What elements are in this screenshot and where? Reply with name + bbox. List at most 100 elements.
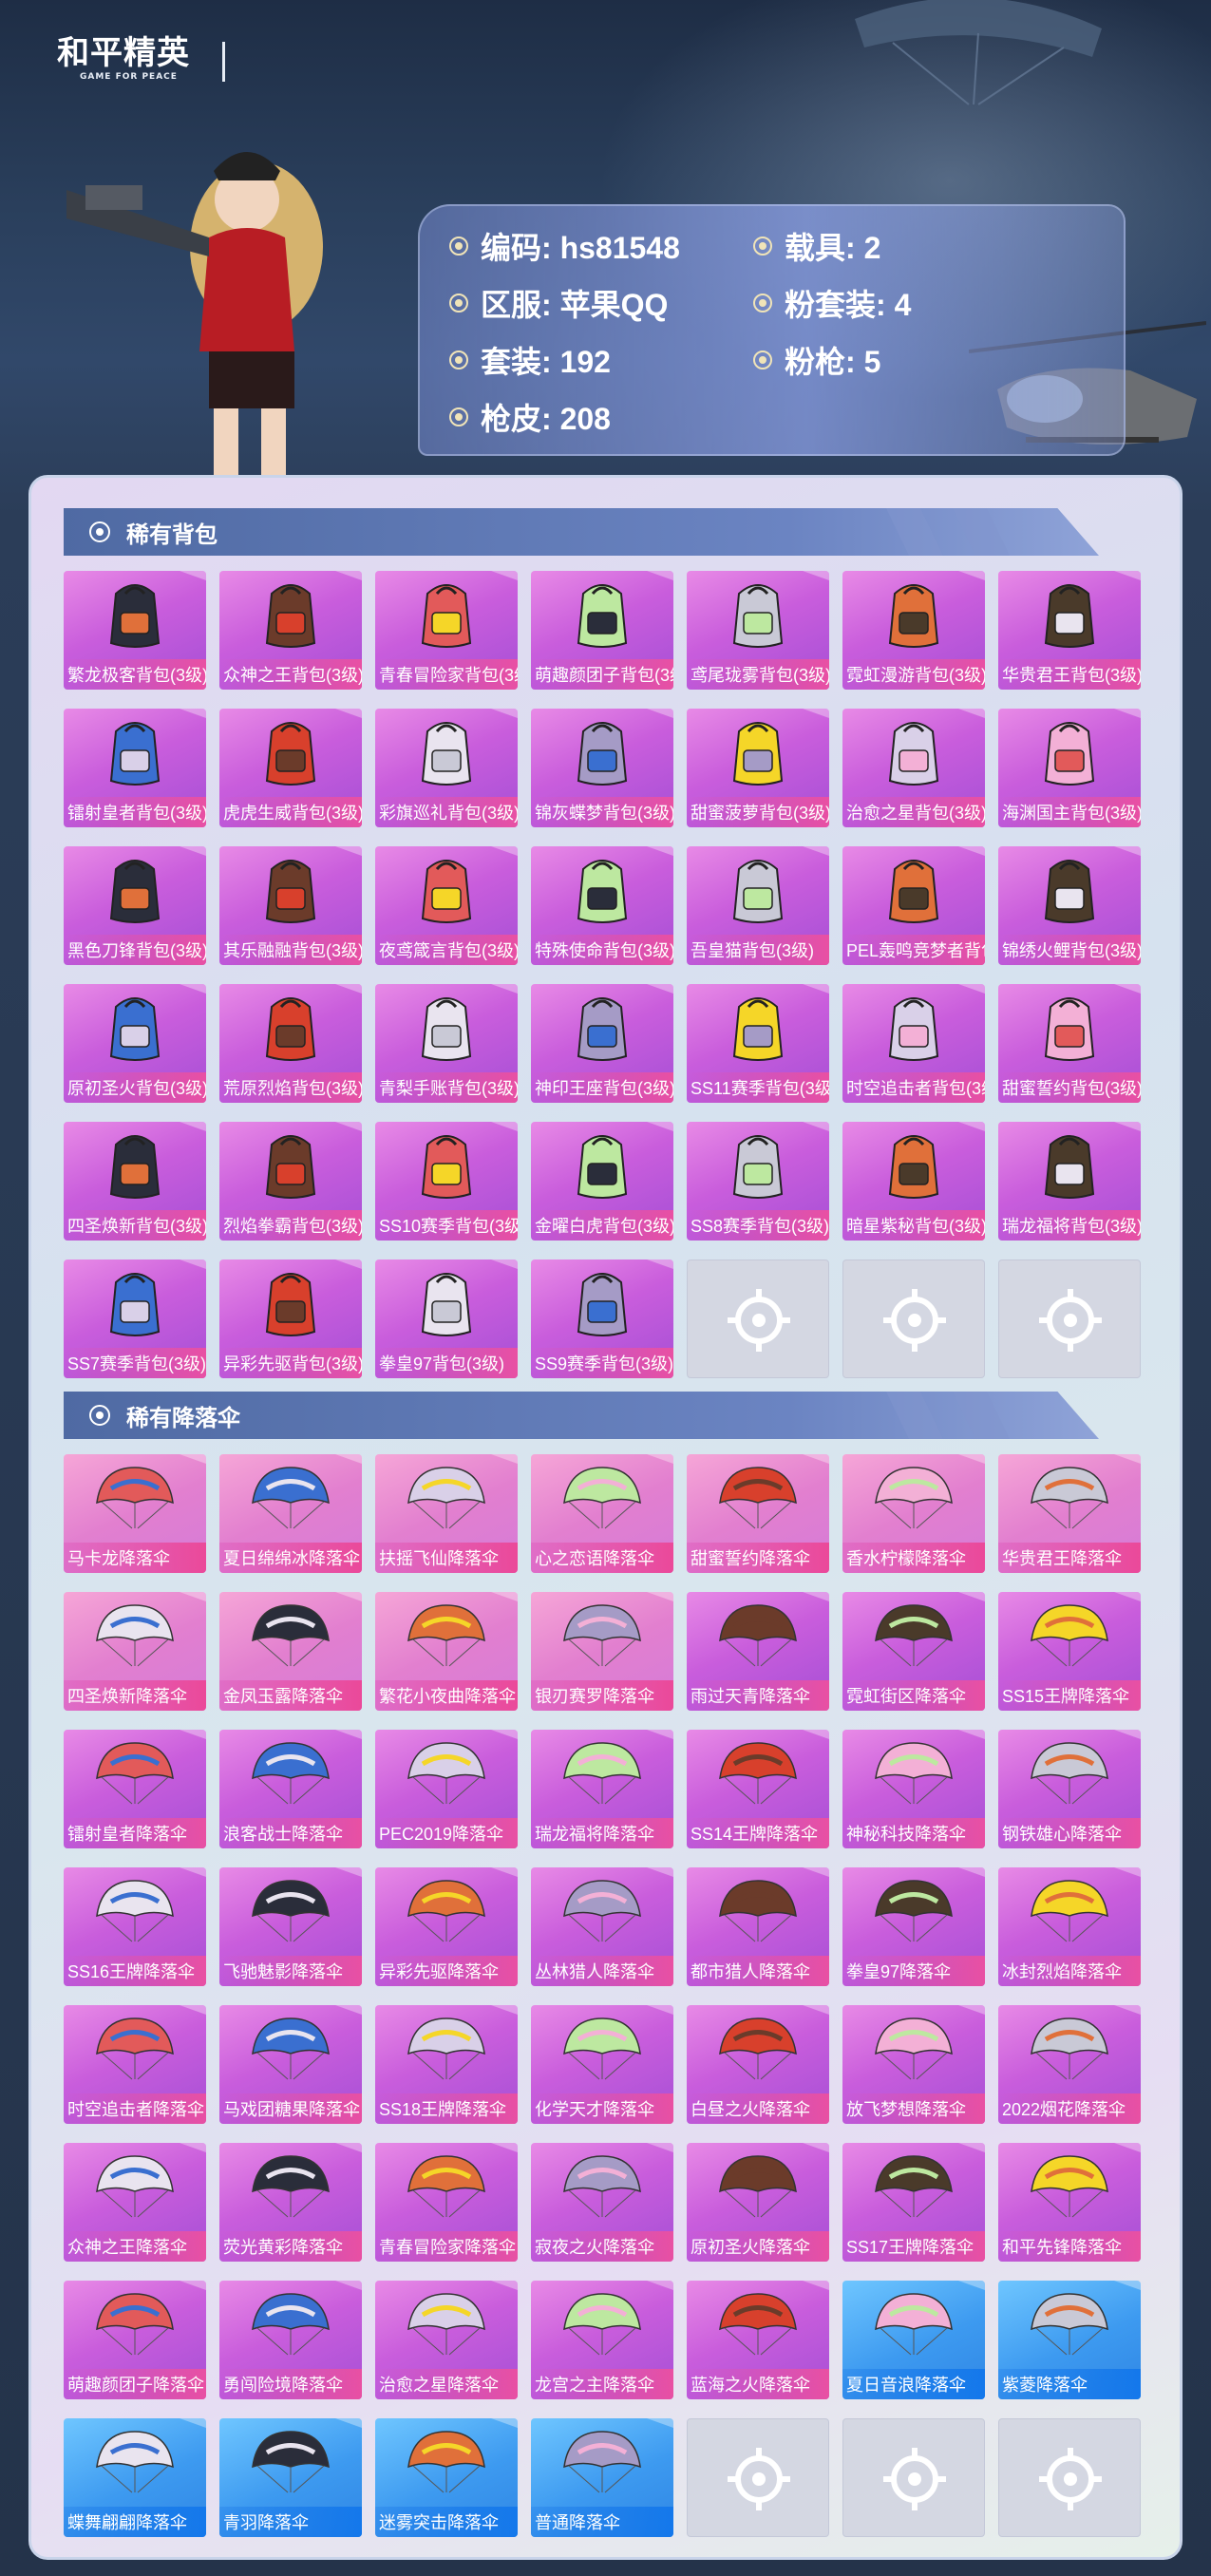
backpack-item[interactable]: 特殊使命背包(3级) [531, 846, 673, 965]
parachute-item[interactable]: 迷雾突击降落伞 [375, 2418, 518, 2537]
backpack-item[interactable]: 暗星紫秘背包(3级) [842, 1122, 985, 1241]
parachute-item[interactable]: SS14王牌降落伞 [687, 1730, 829, 1848]
parachute-item[interactable]: 雨过天青降落伞 [687, 1592, 829, 1711]
parachute-item[interactable]: 飞驰魅影降落伞 [219, 1867, 362, 1986]
corner-tag [335, 571, 362, 580]
parachute-item[interactable]: 四圣焕新降落伞 [64, 1592, 206, 1711]
parachute-item[interactable]: 紫菱降落伞 [998, 2281, 1141, 2399]
backpack-item[interactable]: 青梨手账背包(3级) [375, 984, 518, 1103]
backpack-item[interactable]: SS7赛季背包(3级) [64, 1260, 206, 1378]
backpack-item[interactable]: SS9赛季背包(3级) [531, 1260, 673, 1378]
parachute-item[interactable]: 众神之王降落伞 [64, 2143, 206, 2262]
backpack-item[interactable]: 锦灰蝶梦背包(3级) [531, 709, 673, 827]
backpack-item[interactable]: 吾皇猫背包(3级) [687, 846, 829, 965]
backpack-item[interactable]: 甜蜜誓约背包(3级) [998, 984, 1141, 1103]
parachute-item[interactable]: 瑞龙福将降落伞 [531, 1730, 673, 1848]
parachute-item[interactable]: 放飞梦想降落伞 [842, 2005, 985, 2124]
backpack-item[interactable]: 海渊国主背包(3级) [998, 709, 1141, 827]
parachute-item[interactable]: 香水柠檬降落伞 [842, 1454, 985, 1573]
parachute-item[interactable]: 马戏团糖果降落伞 [219, 2005, 362, 2124]
parachute-item[interactable]: 都市猎人降落伞 [687, 1867, 829, 1986]
target-dot-icon [449, 237, 468, 256]
parachute-item[interactable]: SS18王牌降落伞 [375, 2005, 518, 2124]
item-label-bar: 丛林猎人降落伞 [531, 1956, 673, 1986]
backpack-item[interactable]: 拳皇97背包(3级) [375, 1260, 518, 1378]
parachute-item[interactable]: 蝶舞翩翩降落伞 [64, 2418, 206, 2537]
backpack-item[interactable]: 金曜白虎背包(3级) [531, 1122, 673, 1241]
parachute-item[interactable]: 龙宫之主降落伞 [531, 2281, 673, 2399]
parachute-item[interactable]: 时空追击者降落伞 [64, 2005, 206, 2124]
parachute-item[interactable]: SS17王牌降落伞 [842, 2143, 985, 2262]
parachute-item[interactable]: 镭射皇者降落伞 [64, 1730, 206, 1848]
corner-tag [1114, 709, 1141, 718]
parachute-item[interactable]: 冰封烈焰降落伞 [998, 1867, 1141, 1986]
backpack-item[interactable]: 甜蜜菠萝背包(3级) [687, 709, 829, 827]
backpack-item[interactable]: 异彩先驱背包(3级) [219, 1260, 362, 1378]
backpack-item[interactable]: 众神之王背包(3级) [219, 571, 362, 690]
backpack-item[interactable]: 华贵君王背包(3级) [998, 571, 1141, 690]
parachute-item[interactable]: SS15王牌降落伞 [998, 1592, 1141, 1711]
parachute-item[interactable]: 丛林猎人降落伞 [531, 1867, 673, 1986]
parachute-item[interactable]: 治愈之星降落伞 [375, 2281, 518, 2399]
backpack-item[interactable]: 锦绣火鲤背包(3级) [998, 846, 1141, 965]
parachute-item[interactable]: PEC2019降落伞 [375, 1730, 518, 1848]
backpack-item[interactable]: 彩旗巡礼背包(3级) [375, 709, 518, 827]
backpack-item[interactable]: PEL轰鸣竞梦者背包(3级) [842, 846, 985, 965]
parachute-item[interactable]: 萌趣颜团子降落伞 [64, 2281, 206, 2399]
item-label-bar: 甜蜜誓约背包(3级) [998, 1072, 1141, 1103]
item-label: 异彩先驱背包(3级) [223, 1354, 362, 1373]
parachute-item[interactable]: 和平先锋降落伞 [998, 2143, 1141, 2262]
parachute-item[interactable]: 扶摇飞仙降落伞 [375, 1454, 518, 1573]
parachute-item[interactable]: 银刃赛罗降落伞 [531, 1592, 673, 1711]
parachute-item[interactable]: 浪客战士降落伞 [219, 1730, 362, 1848]
backpack-item[interactable]: 瑞龙福将背包(3级) [998, 1122, 1141, 1241]
backpack-item[interactable]: SS10赛季背包(3级) [375, 1122, 518, 1241]
backpack-item[interactable]: 烈焰拳霸背包(3级) [219, 1122, 362, 1241]
backpack-item[interactable]: 萌趣颜团子背包(3级) [531, 571, 673, 690]
parachute-item[interactable]: 夏日音浪降落伞 [842, 2281, 985, 2399]
backpack-item[interactable]: 荒原烈焰背包(3级) [219, 984, 362, 1103]
backpack-item[interactable]: 青春冒险家背包(3级) [375, 571, 518, 690]
parachute-item[interactable]: 华贵君王降落伞 [998, 1454, 1141, 1573]
parachute-item[interactable]: 甜蜜誓约降落伞 [687, 1454, 829, 1573]
backpack-item[interactable]: 镭射皇者背包(3级) [64, 709, 206, 827]
backpack-item[interactable]: 其乐融融背包(3级) [219, 846, 362, 965]
backpack-item[interactable]: 夜鸢箴言背包(3级) [375, 846, 518, 965]
parachute-item[interactable]: 白昼之火降落伞 [687, 2005, 829, 2124]
parachute-item[interactable]: 原初圣火降落伞 [687, 2143, 829, 2262]
backpack-item[interactable]: 繁龙极客背包(3级) [64, 571, 206, 690]
parachute-item[interactable]: 霓虹街区降落伞 [842, 1592, 985, 1711]
parachute-icon [248, 2149, 333, 2225]
parachute-item[interactable]: 拳皇97降落伞 [842, 1867, 985, 1986]
item-label: 迷雾突击降落伞 [379, 2513, 499, 2532]
parachute-item[interactable]: 2022烟花降落伞 [998, 2005, 1141, 2124]
parachute-item[interactable]: 繁花小夜曲降落伞 [375, 1592, 518, 1711]
parachute-item[interactable]: 夏日绵绵冰降落伞 [219, 1454, 362, 1573]
backpack-item[interactable]: 鸢尾珑雾背包(3级) [687, 571, 829, 690]
parachute-item[interactable]: 荧光黄彩降落伞 [219, 2143, 362, 2262]
parachute-item[interactable]: 勇闯险境降落伞 [219, 2281, 362, 2399]
backpack-item[interactable]: 霓虹漫游背包(3级) [842, 571, 985, 690]
parachute-item[interactable]: 化学天才降落伞 [531, 2005, 673, 2124]
parachute-item[interactable]: SS16王牌降落伞 [64, 1867, 206, 1986]
parachute-item[interactable]: 异彩先驱降落伞 [375, 1867, 518, 1986]
backpack-item[interactable]: 治愈之星背包(3级) [842, 709, 985, 827]
parachute-item[interactable]: 青羽降落伞 [219, 2418, 362, 2537]
parachute-item[interactable]: 普通降落伞 [531, 2418, 673, 2537]
parachute-item[interactable]: 神秘科技降落伞 [842, 1730, 985, 1848]
parachute-item[interactable]: 心之恋语降落伞 [531, 1454, 673, 1573]
backpack-item[interactable]: 时空追击者背包(3级) [842, 984, 985, 1103]
parachute-item[interactable]: 蓝海之火降落伞 [687, 2281, 829, 2399]
parachute-item[interactable]: 马卡龙降落伞 [64, 1454, 206, 1573]
backpack-item[interactable]: 虎虎生威背包(3级) [219, 709, 362, 827]
backpack-item[interactable]: 四圣焕新背包(3级) [64, 1122, 206, 1241]
backpack-item[interactable]: 黑色刀锋背包(3级) [64, 846, 206, 965]
parachute-item[interactable]: 钢铁雄心降落伞 [998, 1730, 1141, 1848]
backpack-item[interactable]: 神印王座背包(3级) [531, 984, 673, 1103]
backpack-item[interactable]: 原初圣火背包(3级) [64, 984, 206, 1103]
parachute-item[interactable]: 青春冒险家降落伞 [375, 2143, 518, 2262]
backpack-item[interactable]: SS11赛季背包(3级) [687, 984, 829, 1103]
backpack-item[interactable]: SS8赛季背包(3级) [687, 1122, 829, 1241]
parachute-item[interactable]: 金凤玉露降落伞 [219, 1592, 362, 1711]
parachute-item[interactable]: 寂夜之火降落伞 [531, 2143, 673, 2262]
